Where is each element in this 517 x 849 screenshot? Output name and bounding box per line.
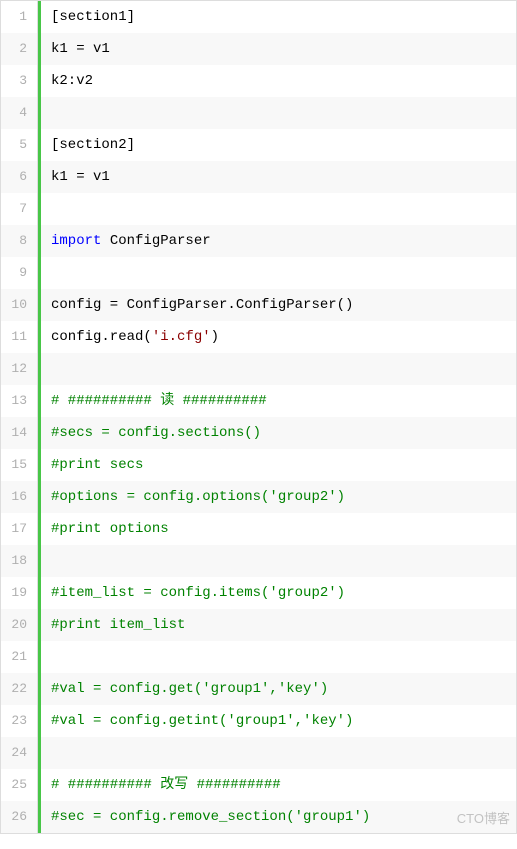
code-line: #print item_list — [41, 609, 516, 641]
code-line: [section2] — [41, 129, 516, 161]
line-number: 10 — [1, 289, 37, 321]
code-line: #item_list = config.items('group2') — [41, 577, 516, 609]
line-number: 9 — [1, 257, 37, 289]
code-token: #print secs — [51, 457, 143, 473]
code-line: #options = config.options('group2') — [41, 481, 516, 513]
line-number: 20 — [1, 609, 37, 641]
line-number: 7 — [1, 193, 37, 225]
line-number: 2 — [1, 33, 37, 65]
line-number: 17 — [1, 513, 37, 545]
code-line: #print options — [41, 513, 516, 545]
code-line — [41, 97, 516, 129]
line-number: 15 — [1, 449, 37, 481]
line-number: 13 — [1, 385, 37, 417]
code-token: # ########## 读 ########## — [51, 393, 267, 409]
line-number: 4 — [1, 97, 37, 129]
line-number: 19 — [1, 577, 37, 609]
line-number: 3 — [1, 65, 37, 97]
code-line: k2:v2 — [41, 65, 516, 97]
code-line — [41, 193, 516, 225]
code-line: #val = config.get('group1','key') — [41, 673, 516, 705]
code-line: #val = config.getint('group1','key') — [41, 705, 516, 737]
line-number: 25 — [1, 769, 37, 801]
line-number: 26 — [1, 801, 37, 833]
code-line — [41, 353, 516, 385]
code-token: ConfigParser — [101, 233, 210, 249]
code-token: #print item_list — [51, 617, 185, 633]
line-number: 24 — [1, 737, 37, 769]
code-token: #options = config.options('group2') — [51, 489, 345, 505]
line-number: 18 — [1, 545, 37, 577]
code-token: config.read( — [51, 329, 152, 345]
code-token: #val = config.get('group1','key') — [51, 681, 328, 697]
code-token: config = ConfigParser.ConfigParser() — [51, 297, 353, 313]
code-token: k1 = v1 — [51, 41, 110, 57]
code-line: config = ConfigParser.ConfigParser() — [41, 289, 516, 321]
code-line: [section1] — [41, 1, 516, 33]
code-token: #val = config.getint('group1','key') — [51, 713, 353, 729]
code-token: # ########## 改写 ########## — [51, 777, 281, 793]
code-line — [41, 545, 516, 577]
line-number-gutter: 1234567891011121314151617181920212223242… — [1, 1, 38, 833]
line-number: 22 — [1, 673, 37, 705]
code-token: #item_list = config.items('group2') — [51, 585, 345, 601]
code-line: k1 = v1 — [41, 161, 516, 193]
line-number: 16 — [1, 481, 37, 513]
line-number: 11 — [1, 321, 37, 353]
code-token: 'i.cfg' — [152, 329, 211, 345]
code-line — [41, 641, 516, 673]
code-token: ) — [211, 329, 219, 345]
code-line: # ########## 改写 ########## — [41, 769, 516, 801]
code-token: import — [51, 233, 101, 249]
code-token: [section2] — [51, 137, 135, 153]
code-line — [41, 257, 516, 289]
code-token: k2:v2 — [51, 73, 93, 89]
line-number: 6 — [1, 161, 37, 193]
line-number: 1 — [1, 1, 37, 33]
code-line: # ########## 读 ########## — [41, 385, 516, 417]
code-line — [41, 737, 516, 769]
line-number: 5 — [1, 129, 37, 161]
line-number: 12 — [1, 353, 37, 385]
code-line: config.read('i.cfg') — [41, 321, 516, 353]
code-token: #sec = config.remove_section('group1') — [51, 809, 370, 825]
code-area: [section1] k1 = v1 k2:v2 [section2] k1 = v1 i… — [38, 1, 516, 833]
code-line: import ConfigParser — [41, 225, 516, 257]
code-line: #sec = config.remove_section('group1') — [41, 801, 516, 833]
line-number: 14 — [1, 417, 37, 449]
line-number: 23 — [1, 705, 37, 737]
watermark-text: CTO博客 — [457, 808, 510, 827]
line-number: 21 — [1, 641, 37, 673]
code-token: #secs = config.sections() — [51, 425, 261, 441]
code-line: #print secs — [41, 449, 516, 481]
code-line: k1 = v1 — [41, 33, 516, 65]
line-number: 8 — [1, 225, 37, 257]
code-line: #secs = config.sections() — [41, 417, 516, 449]
code-token: #print options — [51, 521, 169, 537]
code-token: k1 = v1 — [51, 169, 110, 185]
code-token: [section1] — [51, 9, 135, 25]
code-block: 1234567891011121314151617181920212223242… — [0, 0, 517, 834]
